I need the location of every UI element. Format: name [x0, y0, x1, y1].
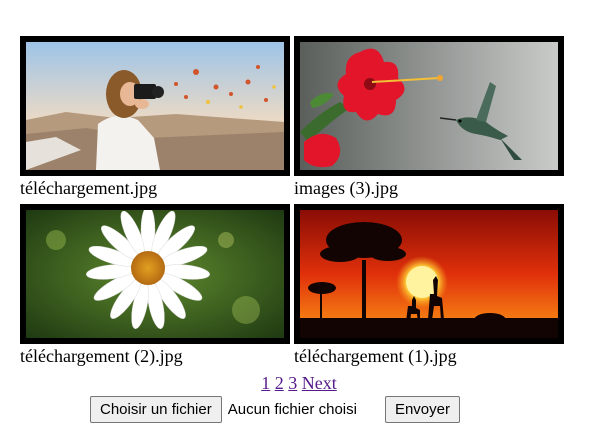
submit-button[interactable]: Envoyer: [384, 395, 460, 423]
gallery-item: téléchargement (2).jpg: [20, 204, 290, 367]
gallery-item: images (3).jpg: [294, 36, 564, 199]
gallery-item: téléchargement.jpg: [20, 36, 290, 199]
gallery-image-hummingbird: [300, 42, 558, 170]
gallery-filename: téléchargement (2).jpg: [20, 346, 183, 366]
page-link-1[interactable]: 1: [261, 373, 270, 393]
upload-form: Choisir un fichier Aucun fichier choisi …: [90, 395, 460, 423]
next-page-link[interactable]: Next: [302, 373, 337, 393]
page-link-2[interactable]: 2: [275, 373, 284, 393]
gallery-filename: téléchargement (1).jpg: [294, 346, 457, 366]
gallery-image-frame[interactable]: [294, 204, 564, 344]
choose-file-button[interactable]: Choisir un fichier: [90, 395, 222, 423]
gallery-image-frame[interactable]: [20, 36, 290, 176]
gallery-filename: images (3).jpg: [294, 178, 398, 198]
pagination: 1 2 3 Next: [0, 372, 598, 394]
gallery-image-frame[interactable]: [20, 204, 290, 344]
gallery-image-sunset: [300, 210, 558, 338]
gallery-image-frame[interactable]: [294, 36, 564, 176]
gallery-filename: téléchargement.jpg: [20, 178, 158, 198]
page-link-3[interactable]: 3: [288, 373, 297, 393]
no-file-chosen-label: Aucun fichier choisi: [227, 400, 357, 418]
gallery-item: téléchargement (1).jpg: [294, 204, 564, 367]
gallery-image-daisy: [26, 210, 284, 338]
gallery-image-photographer: [26, 42, 284, 170]
